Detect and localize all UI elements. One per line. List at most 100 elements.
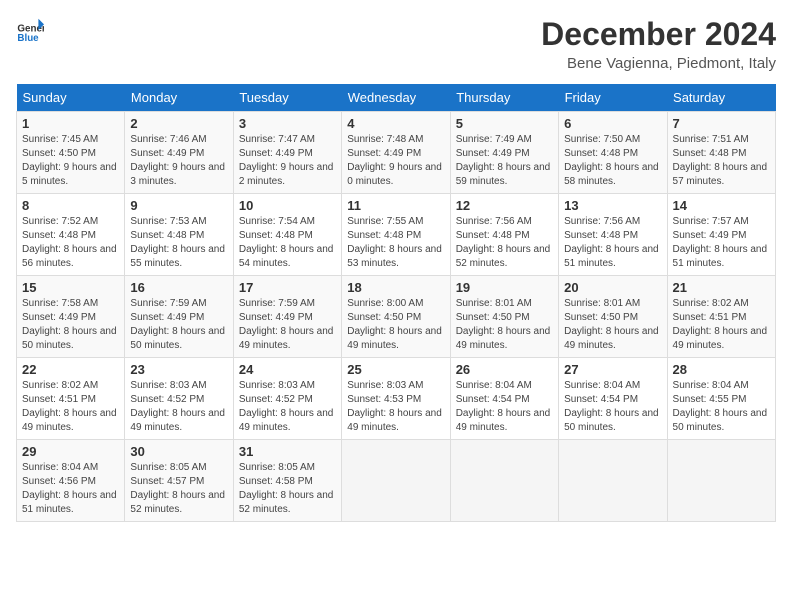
day-info: Sunrise: 8:04 AMSunset: 4:55 PMDaylight:… (673, 379, 770, 435)
calendar-cell: 5 Sunrise: 7:49 AMSunset: 4:49 PMDayligh… (450, 112, 558, 194)
day-info: Sunrise: 7:45 AMSunset: 4:50 PMDaylight:… (22, 133, 119, 189)
day-info: Sunrise: 7:59 AMSunset: 4:49 PMDaylight:… (130, 297, 227, 353)
header-tuesday: Tuesday (233, 84, 341, 112)
day-info: Sunrise: 8:04 AMSunset: 4:56 PMDaylight:… (22, 461, 119, 517)
header-wednesday: Wednesday (342, 84, 450, 112)
day-info: Sunrise: 8:02 AMSunset: 4:51 PMDaylight:… (673, 297, 770, 353)
day-info: Sunrise: 8:02 AMSunset: 4:51 PMDaylight:… (22, 379, 119, 435)
day-number: 19 (456, 280, 553, 295)
calendar-cell: 22 Sunrise: 8:02 AMSunset: 4:51 PMDaylig… (17, 358, 125, 440)
day-info: Sunrise: 7:55 AMSunset: 4:48 PMDaylight:… (347, 215, 444, 271)
day-info: Sunrise: 8:01 AMSunset: 4:50 PMDaylight:… (564, 297, 661, 353)
calendar-cell (667, 440, 775, 522)
day-number: 12 (456, 198, 553, 213)
calendar-cell: 31 Sunrise: 8:05 AMSunset: 4:58 PMDaylig… (233, 440, 341, 522)
day-info: Sunrise: 7:51 AMSunset: 4:48 PMDaylight:… (673, 133, 770, 189)
day-info: Sunrise: 7:49 AMSunset: 4:49 PMDaylight:… (456, 133, 553, 189)
calendar-cell: 11 Sunrise: 7:55 AMSunset: 4:48 PMDaylig… (342, 194, 450, 276)
day-number: 14 (673, 198, 770, 213)
calendar-cell: 26 Sunrise: 8:04 AMSunset: 4:54 PMDaylig… (450, 358, 558, 440)
calendar-cell: 17 Sunrise: 7:59 AMSunset: 4:49 PMDaylig… (233, 276, 341, 358)
header-friday: Friday (559, 84, 667, 112)
day-info: Sunrise: 7:50 AMSunset: 4:48 PMDaylight:… (564, 133, 661, 189)
calendar-cell: 24 Sunrise: 8:03 AMSunset: 4:52 PMDaylig… (233, 358, 341, 440)
calendar-cell: 27 Sunrise: 8:04 AMSunset: 4:54 PMDaylig… (559, 358, 667, 440)
calendar-cell: 19 Sunrise: 8:01 AMSunset: 4:50 PMDaylig… (450, 276, 558, 358)
logo: General Blue (16, 16, 44, 44)
day-number: 1 (22, 116, 119, 131)
day-number: 25 (347, 362, 444, 377)
day-number: 20 (564, 280, 661, 295)
calendar-cell: 12 Sunrise: 7:56 AMSunset: 4:48 PMDaylig… (450, 194, 558, 276)
day-number: 27 (564, 362, 661, 377)
calendar-week-row: 8 Sunrise: 7:52 AMSunset: 4:48 PMDayligh… (17, 194, 776, 276)
calendar-cell: 10 Sunrise: 7:54 AMSunset: 4:48 PMDaylig… (233, 194, 341, 276)
day-info: Sunrise: 7:56 AMSunset: 4:48 PMDaylight:… (564, 215, 661, 271)
day-info: Sunrise: 8:04 AMSunset: 4:54 PMDaylight:… (456, 379, 553, 435)
day-info: Sunrise: 8:03 AMSunset: 4:53 PMDaylight:… (347, 379, 444, 435)
calendar-cell: 8 Sunrise: 7:52 AMSunset: 4:48 PMDayligh… (17, 194, 125, 276)
day-number: 11 (347, 198, 444, 213)
calendar-cell: 3 Sunrise: 7:47 AMSunset: 4:49 PMDayligh… (233, 112, 341, 194)
calendar-cell: 9 Sunrise: 7:53 AMSunset: 4:48 PMDayligh… (125, 194, 233, 276)
day-number: 16 (130, 280, 227, 295)
day-info: Sunrise: 8:05 AMSunset: 4:57 PMDaylight:… (130, 461, 227, 517)
day-number: 24 (239, 362, 336, 377)
calendar-cell (450, 440, 558, 522)
calendar-cell: 14 Sunrise: 7:57 AMSunset: 4:49 PMDaylig… (667, 194, 775, 276)
calendar-week-row: 15 Sunrise: 7:58 AMSunset: 4:49 PMDaylig… (17, 276, 776, 358)
calendar-cell: 4 Sunrise: 7:48 AMSunset: 4:49 PMDayligh… (342, 112, 450, 194)
day-info: Sunrise: 7:54 AMSunset: 4:48 PMDaylight:… (239, 215, 336, 271)
day-info: Sunrise: 8:03 AMSunset: 4:52 PMDaylight:… (239, 379, 336, 435)
day-number: 13 (564, 198, 661, 213)
day-number: 21 (673, 280, 770, 295)
calendar-cell (342, 440, 450, 522)
calendar-table: Sunday Monday Tuesday Wednesday Thursday… (16, 84, 776, 522)
day-info: Sunrise: 7:58 AMSunset: 4:49 PMDaylight:… (22, 297, 119, 353)
calendar-cell: 7 Sunrise: 7:51 AMSunset: 4:48 PMDayligh… (667, 112, 775, 194)
day-info: Sunrise: 7:48 AMSunset: 4:49 PMDaylight:… (347, 133, 444, 189)
weekday-header-row: Sunday Monday Tuesday Wednesday Thursday… (17, 84, 776, 112)
day-number: 8 (22, 198, 119, 213)
calendar-cell: 30 Sunrise: 8:05 AMSunset: 4:57 PMDaylig… (125, 440, 233, 522)
svg-text:Blue: Blue (17, 33, 39, 44)
location-title: Bene Vagienna, Piedmont, Italy (541, 55, 776, 72)
calendar-cell: 2 Sunrise: 7:46 AMSunset: 4:49 PMDayligh… (125, 112, 233, 194)
day-info: Sunrise: 7:56 AMSunset: 4:48 PMDaylight:… (456, 215, 553, 271)
calendar-cell: 1 Sunrise: 7:45 AMSunset: 4:50 PMDayligh… (17, 112, 125, 194)
logo-icon: General Blue (16, 16, 44, 44)
day-number: 9 (130, 198, 227, 213)
calendar-cell: 23 Sunrise: 8:03 AMSunset: 4:52 PMDaylig… (125, 358, 233, 440)
day-number: 3 (239, 116, 336, 131)
day-number: 29 (22, 444, 119, 459)
calendar-cell: 28 Sunrise: 8:04 AMSunset: 4:55 PMDaylig… (667, 358, 775, 440)
day-number: 7 (673, 116, 770, 131)
calendar-week-row: 29 Sunrise: 8:04 AMSunset: 4:56 PMDaylig… (17, 440, 776, 522)
day-number: 26 (456, 362, 553, 377)
day-number: 10 (239, 198, 336, 213)
header-sunday: Sunday (17, 84, 125, 112)
title-area: December 2024 Bene Vagienna, Piedmont, I… (541, 16, 776, 72)
day-number: 18 (347, 280, 444, 295)
day-number: 15 (22, 280, 119, 295)
calendar-cell: 20 Sunrise: 8:01 AMSunset: 4:50 PMDaylig… (559, 276, 667, 358)
day-number: 4 (347, 116, 444, 131)
day-number: 5 (456, 116, 553, 131)
day-info: Sunrise: 7:46 AMSunset: 4:49 PMDaylight:… (130, 133, 227, 189)
day-info: Sunrise: 7:59 AMSunset: 4:49 PMDaylight:… (239, 297, 336, 353)
day-info: Sunrise: 8:00 AMSunset: 4:50 PMDaylight:… (347, 297, 444, 353)
day-info: Sunrise: 8:03 AMSunset: 4:52 PMDaylight:… (130, 379, 227, 435)
calendar-cell: 21 Sunrise: 8:02 AMSunset: 4:51 PMDaylig… (667, 276, 775, 358)
calendar-cell: 15 Sunrise: 7:58 AMSunset: 4:49 PMDaylig… (17, 276, 125, 358)
calendar-cell (559, 440, 667, 522)
day-info: Sunrise: 7:52 AMSunset: 4:48 PMDaylight:… (22, 215, 119, 271)
day-number: 23 (130, 362, 227, 377)
header-saturday: Saturday (667, 84, 775, 112)
month-title: December 2024 (541, 16, 776, 53)
calendar-week-row: 22 Sunrise: 8:02 AMSunset: 4:51 PMDaylig… (17, 358, 776, 440)
day-number: 28 (673, 362, 770, 377)
day-info: Sunrise: 7:47 AMSunset: 4:49 PMDaylight:… (239, 133, 336, 189)
day-number: 2 (130, 116, 227, 131)
calendar-cell: 6 Sunrise: 7:50 AMSunset: 4:48 PMDayligh… (559, 112, 667, 194)
day-number: 30 (130, 444, 227, 459)
